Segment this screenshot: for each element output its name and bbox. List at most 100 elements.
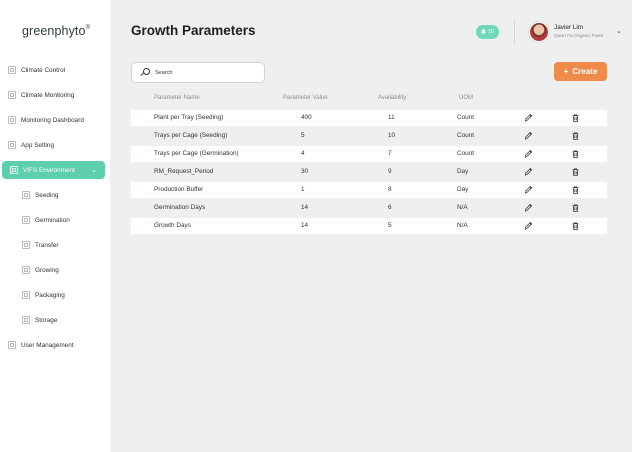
search-box[interactable]: [131, 62, 265, 83]
trash-icon[interactable]: [571, 131, 580, 141]
sidebar-item-climate-control[interactable]: Climate Control: [0, 61, 110, 79]
table-row[interactable]: RM_Request_Period 30 9 Day: [131, 164, 607, 180]
grid-icon: [22, 241, 30, 249]
chevron-down-icon[interactable]: ⌄: [616, 27, 622, 35]
sidebar-item-label: App Setting: [21, 141, 55, 149]
sidebar-item-label: User Management: [21, 341, 74, 349]
app-logo[interactable]: greenphyto®: [22, 24, 90, 38]
column-header: UOM: [459, 95, 473, 101]
trash-icon[interactable]: [571, 221, 580, 231]
pencil-icon[interactable]: [524, 113, 533, 123]
chevron-down-icon: ⌄: [91, 167, 97, 174]
availability-cell: 7: [388, 150, 392, 157]
parameter-value-cell: 400: [301, 114, 312, 121]
parameter-value-cell: 14: [301, 222, 309, 229]
availability-cell: 5: [388, 222, 392, 229]
sidebar-item-label: Climate Control: [21, 66, 66, 74]
uom-cell: N/A: [457, 222, 468, 229]
sidebar-item-label: Seeding: [35, 191, 59, 199]
sidebar-item-vifs-environment[interactable]: VIFS Environment ⌄: [2, 161, 105, 179]
grid-icon: [22, 266, 30, 274]
user-name: Javier Lim: [554, 24, 584, 31]
grid-icon: [8, 91, 16, 99]
pencil-icon[interactable]: [524, 185, 533, 195]
uom-cell: Day: [457, 168, 469, 175]
sidebar: greenphyto® Climate Control Climate Monit…: [0, 0, 110, 452]
parameter-value-cell: 14: [301, 204, 309, 211]
sidebar-item-climate-monitoring[interactable]: Climate Monitoring: [0, 86, 110, 104]
trash-icon[interactable]: [571, 113, 580, 123]
sidebar-item-label: Climate Monitoring: [21, 91, 75, 99]
uom-cell: Count: [457, 150, 475, 157]
uom-cell: Count: [457, 132, 475, 139]
parameter-value-cell: 30: [301, 168, 309, 175]
sidebar-item-label: Storage: [35, 316, 58, 324]
parameter-name-cell: Production Buffer: [154, 186, 204, 193]
availability-cell: 10: [388, 132, 396, 139]
sidebar-item-label: Transfer: [35, 241, 59, 249]
sidebar-item-storage[interactable]: Storage: [0, 311, 110, 329]
sidebar-item-app-setting[interactable]: App Setting: [0, 136, 110, 154]
sidebar-item-packaging[interactable]: Packaging: [0, 286, 110, 304]
sidebar-item-label: VIFS Environment: [23, 166, 75, 174]
table-row[interactable]: Trays per Cage (Germination) 4 7 Count: [131, 146, 607, 162]
notification-badge[interactable]: 16: [476, 25, 499, 39]
grid-icon: [8, 116, 16, 124]
sidebar-item-germination[interactable]: Germination: [0, 211, 110, 229]
user-avatar[interactable]: [529, 22, 549, 42]
pencil-icon[interactable]: [524, 131, 533, 141]
sidebar-item-user-management[interactable]: User Management: [0, 336, 110, 354]
notification-count: 16: [488, 29, 494, 35]
create-button[interactable]: + Create: [554, 62, 607, 81]
table-row[interactable]: Production Buffer 1 8 Day: [131, 182, 607, 198]
parameter-name-cell: Plant per Tray (Seeding): [154, 114, 224, 121]
trash-icon[interactable]: [571, 167, 580, 177]
create-button-label: Create: [572, 67, 598, 76]
parameter-value-cell: 1: [301, 186, 305, 193]
column-header: Parameter Value: [283, 95, 328, 101]
pencil-icon[interactable]: [524, 221, 533, 231]
plus-icon: +: [563, 67, 569, 76]
parameter-name-cell: RM_Request_Period: [154, 168, 214, 175]
pencil-icon[interactable]: [524, 203, 533, 213]
search-input[interactable]: [155, 69, 255, 76]
column-header: Availability: [378, 95, 407, 101]
parameter-value-cell: 5: [301, 132, 305, 139]
sidebar-item-seeding[interactable]: Seeding: [0, 186, 110, 204]
trash-icon[interactable]: [571, 185, 580, 195]
availability-cell: 11: [388, 114, 395, 121]
grid-icon: [22, 191, 30, 199]
column-header: Parameter Name: [154, 95, 200, 101]
pencil-icon[interactable]: [524, 167, 533, 177]
availability-cell: 6: [388, 204, 392, 211]
pencil-icon[interactable]: [524, 149, 533, 159]
page-title: Growth Parameters: [131, 23, 256, 38]
table-row[interactable]: Plant per Tray (Seeding) 400 11 Count: [131, 110, 607, 126]
uom-cell: Count: [457, 114, 475, 121]
uom-cell: N/A: [457, 204, 468, 211]
sidebar-item-label: Germination: [35, 216, 70, 224]
parameter-name-cell: Trays per Cage (Seeding): [154, 132, 228, 139]
trash-icon[interactable]: [571, 149, 580, 159]
grid-icon: [22, 291, 30, 299]
header-divider: [514, 20, 515, 44]
grid-icon: [22, 316, 30, 324]
availability-cell: 9: [388, 168, 392, 175]
table-row[interactable]: Trays per Cage (Seeding) 5 10 Count: [131, 128, 607, 144]
uom-cell: Day: [457, 186, 469, 193]
user-farm: Quan Fa Organic Farm: [554, 34, 604, 39]
grid-icon: [8, 341, 16, 349]
grid-icon: [8, 141, 16, 149]
grid-icon: [10, 166, 18, 174]
search-icon: [141, 68, 150, 77]
sidebar-item-transfer[interactable]: Transfer: [0, 236, 110, 254]
grid-icon: [22, 216, 30, 224]
table-row[interactable]: Germination Days 14 6 N/A: [131, 200, 607, 216]
sidebar-item-growing[interactable]: Growing: [0, 261, 110, 279]
trash-icon[interactable]: [571, 203, 580, 213]
parameter-value-cell: 4: [301, 150, 305, 157]
parameter-name-cell: Germination Days: [154, 204, 206, 211]
sidebar-item-monitoring-dashboard[interactable]: Monitoring Dashboard: [0, 111, 110, 129]
table-row[interactable]: Growth Days 14 5 N/A: [131, 218, 607, 234]
sidebar-item-label: Packaging: [35, 291, 65, 299]
